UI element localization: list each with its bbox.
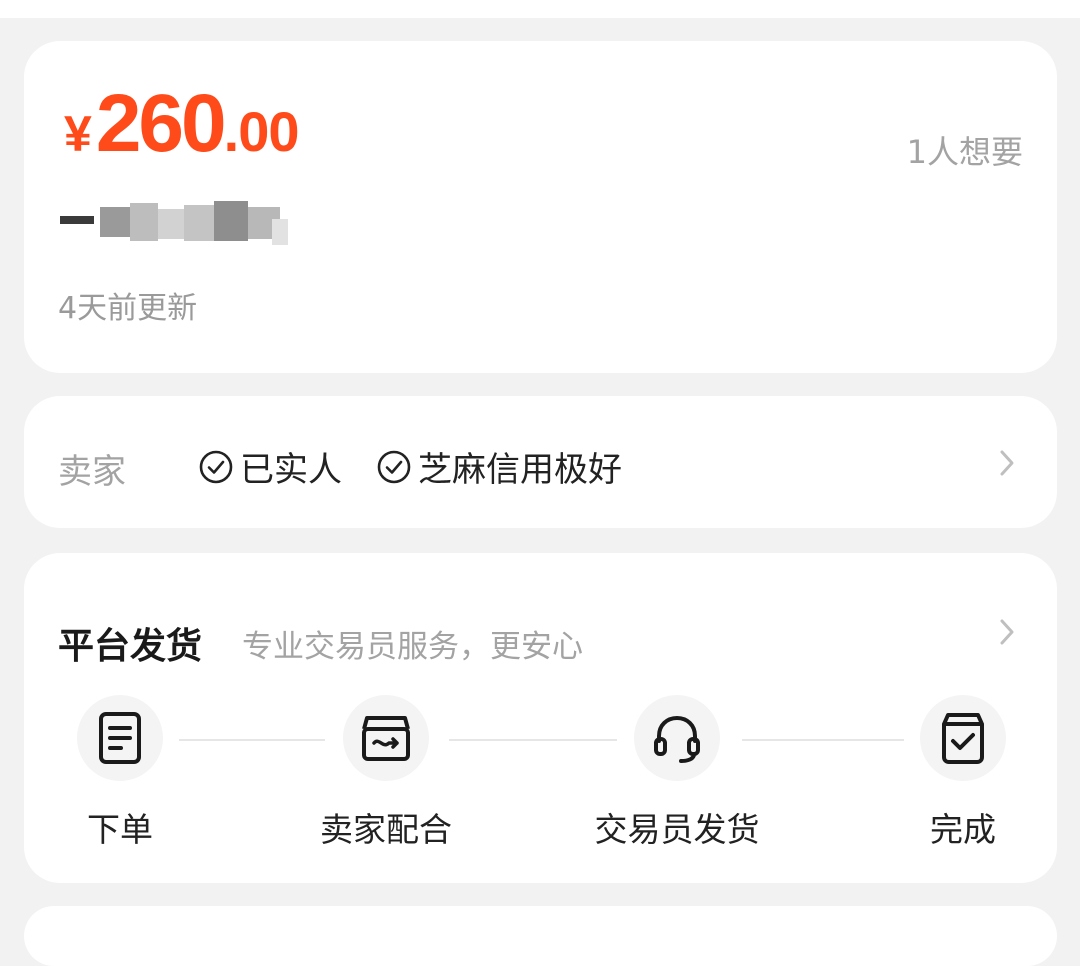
step-icon-bg (634, 695, 720, 781)
chevron-right-icon[interactable] (997, 448, 1017, 478)
blur-block (130, 203, 158, 241)
step-icon-bg (77, 695, 163, 781)
shipping-subtitle: 专业交易员服务，更安心 (242, 629, 583, 665)
platform-shipping-card[interactable]: 平台发货 专业交易员服务，更安心 下单 卖家配合 交易员发货 完成 (24, 553, 1057, 883)
bag-check-icon (942, 713, 984, 764)
seller-card[interactable]: 卖家 已实人 芝麻信用极好 (24, 396, 1057, 528)
wants-count: 1人想要 (906, 133, 1023, 171)
price-integer: 260 (95, 78, 227, 169)
step-label: 下单 (87, 810, 153, 849)
shipping-title: 平台发货 (58, 626, 203, 667)
blur-block (158, 209, 184, 239)
check-circle-icon (377, 450, 411, 483)
price-currency: ¥ (64, 106, 92, 162)
updated-time: 4天前更新 (58, 291, 198, 326)
step-complete: 完成 (843, 695, 1080, 851)
blurred-title-dash (60, 216, 94, 224)
price-decimal: .00 (223, 100, 300, 163)
badge-verified: 已实人 (198, 442, 342, 491)
listing-info-card: ¥260.00 1人想要 4天前更新 (24, 41, 1057, 373)
blur-block (184, 205, 214, 241)
blurred-title (60, 201, 288, 247)
blur-block (214, 201, 248, 241)
next-card-partial (24, 906, 1057, 966)
top-strip (0, 0, 1080, 18)
headset-icon (654, 715, 700, 763)
step-label: 交易员发货 (594, 810, 760, 849)
step-label: 卖家配合 (320, 810, 452, 849)
package-box-icon (362, 716, 410, 761)
seller-label: 卖家 (58, 452, 126, 492)
check-circle-icon (199, 450, 233, 483)
step-icon-bg (920, 695, 1006, 781)
badge-verified-label: 已实人 (240, 450, 342, 490)
document-list-icon (99, 712, 141, 764)
step-label: 完成 (930, 810, 996, 849)
step-trader-ship: 交易员发货 (557, 695, 797, 851)
badge-credit: 芝麻信用极好 (376, 442, 622, 491)
step-icon-bg (343, 695, 429, 781)
step-place-order: 下单 (0, 695, 240, 851)
blur-block (100, 207, 130, 237)
chevron-right-icon[interactable] (997, 617, 1017, 647)
step-seller-cooperate: 卖家配合 (266, 695, 506, 851)
badge-credit-label: 芝麻信用极好 (418, 450, 622, 490)
blur-block (272, 219, 288, 245)
price: ¥260.00 (64, 83, 299, 165)
